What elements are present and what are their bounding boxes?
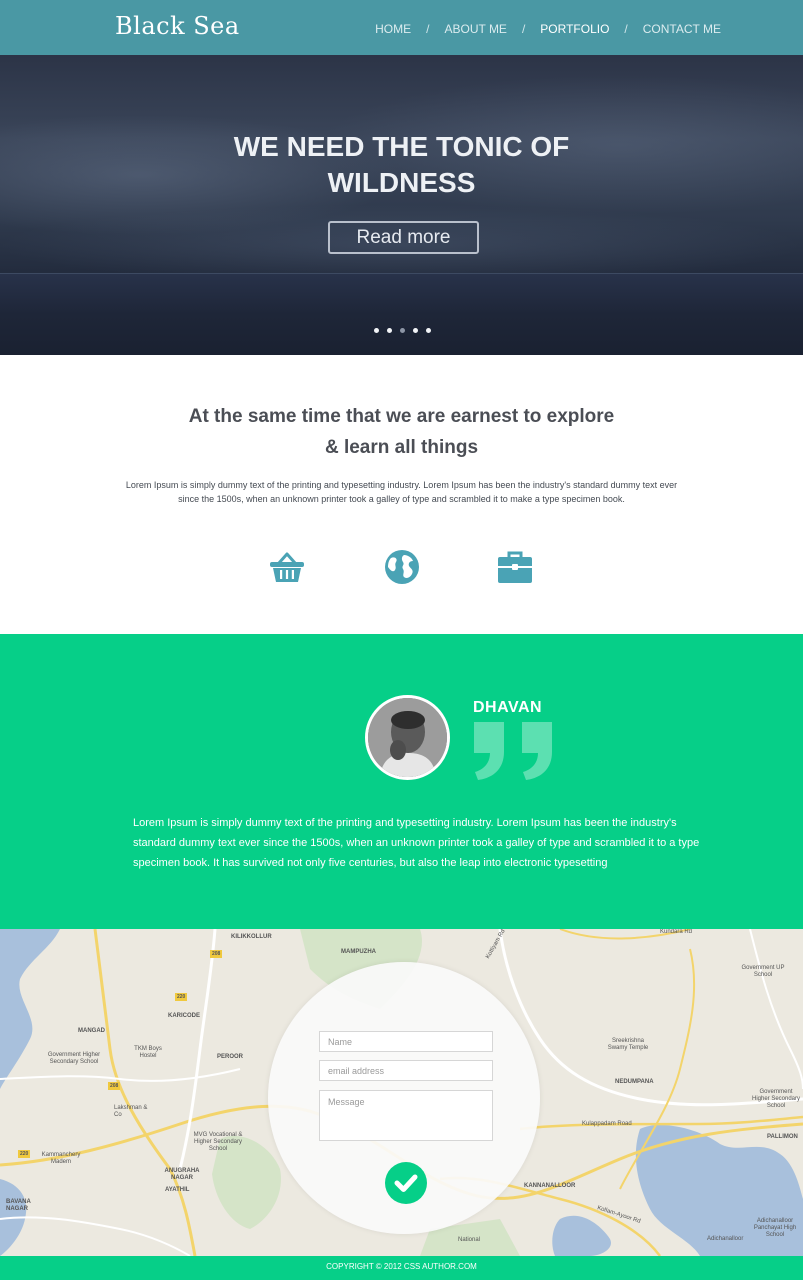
nav-home[interactable]: HOME [375, 22, 411, 36]
map-label: ANUGRAHA NAGAR [164, 1168, 200, 1181]
briefcase-icon[interactable] [496, 548, 534, 586]
nav-about-me[interactable]: ABOUT ME [444, 22, 506, 36]
site-footer: COPYRIGHT © 2012 CSS AUTHOR.COM [0, 1256, 803, 1280]
testimonial-name: DHAVAN [473, 699, 543, 716]
nav-contact-me[interactable]: CONTACT ME [643, 22, 721, 36]
slider-dot[interactable] [413, 328, 418, 333]
hero-sea-image [0, 273, 803, 355]
slider-dots [374, 328, 439, 333]
map-label: Sreekrishna Swamy Temple [607, 1038, 649, 1051]
globe-icon[interactable] [383, 548, 421, 586]
slider-dot[interactable] [426, 328, 431, 333]
hero-title-line1: WE NEED THE TONIC OF [233, 131, 570, 162]
submit-button[interactable] [385, 1162, 427, 1204]
checkmark-icon [394, 1174, 418, 1192]
site-logo[interactable]: Black Sea [115, 12, 240, 40]
map-label: Kulappadam Road [582, 1121, 632, 1127]
testimonial-text: Lorem Ipsum is simply dummy text of the … [133, 817, 700, 869]
nav-portfolio[interactable]: PORTFOLIO [540, 22, 609, 36]
map-label: AYATHIL [165, 1187, 190, 1193]
map-label: MAMPUZHA [341, 949, 376, 955]
nav-separator: / [624, 22, 628, 36]
map-label: MVG Vocational & Higher Secondary School [193, 1132, 243, 1152]
map-label: Adichanalloor Panchayat High School [753, 1218, 797, 1238]
map-label: Kammanchery Madem [41, 1152, 81, 1165]
road-number: 220 [177, 994, 186, 1000]
hero-title-line2: WILDNESS [327, 167, 476, 198]
map-label: TKM Boys Hostel [134, 1046, 162, 1059]
map-label: Government Higher Secondary School [47, 1052, 101, 1065]
map-label: PEROOR [217, 1054, 244, 1060]
intro-heading: At the same time that we are earnest to … [0, 401, 803, 463]
read-more-button[interactable]: Read more [328, 221, 479, 254]
slider-dot-active[interactable] [400, 328, 405, 333]
slider-dot[interactable] [374, 328, 379, 333]
map-label: KANNANALLOOR [524, 1183, 576, 1189]
map-label: PALLIMON [767, 1134, 798, 1140]
quote-icon [474, 722, 552, 780]
site-header: Black Sea HOME / ABOUT ME / PORTFOLIO / … [0, 0, 803, 55]
email-field[interactable] [319, 1060, 493, 1081]
testimonial-section: DHAVAN Lorem Ipsum is simply dummy text … [0, 634, 803, 929]
road-number: 208 [212, 951, 221, 957]
slider-dot[interactable] [387, 328, 392, 333]
hero-title: WE NEED THE TONIC OF WILDNESS [0, 129, 803, 201]
map-label: KILIKKOLLUR [231, 934, 272, 940]
map-label: Kundara Rd [660, 929, 693, 935]
avatar [365, 695, 450, 780]
intro-body: Lorem Ipsum is simply dummy text of the … [125, 480, 678, 504]
map-label: BAVANA NAGAR [6, 1199, 31, 1212]
location-map[interactable]: 208 220 208 220 KILIKKOLLUR MAMPUZHA Kun… [0, 929, 803, 1256]
intro-heading-line2: & learn all things [324, 437, 479, 458]
road-number: 208 [110, 1083, 119, 1089]
map-label: Government Higher Secondary School [751, 1089, 801, 1109]
map-label: National [458, 1237, 481, 1243]
avatar-portrait [368, 698, 447, 777]
map-label: Adichanalloor [707, 1236, 744, 1242]
intro-heading-line1: At the same time that we are earnest to … [188, 406, 615, 427]
map-label: Government UP School [741, 965, 785, 978]
map-label: KARICODE [168, 1013, 201, 1019]
basket-icon[interactable] [268, 548, 306, 586]
name-field[interactable] [319, 1031, 493, 1052]
nav-separator: / [521, 22, 526, 36]
nav-separator: / [426, 22, 430, 36]
road-number: 220 [20, 1151, 29, 1157]
copyright-text: COPYRIGHT © 2012 CSS AUTHOR.COM [326, 1262, 477, 1271]
main-nav: HOME / ABOUT ME / PORTFOLIO / CONTACT ME [375, 22, 721, 36]
intro-section: At the same time that we are earnest to … [0, 355, 803, 634]
hero-slider: WE NEED THE TONIC OF WILDNESS Read more [0, 55, 803, 355]
map-label: MANGAD [78, 1028, 105, 1034]
map-label: Lakshman & Co [114, 1105, 148, 1118]
message-field[interactable] [319, 1090, 493, 1141]
map-label: NEDUMPANA [615, 1079, 654, 1085]
